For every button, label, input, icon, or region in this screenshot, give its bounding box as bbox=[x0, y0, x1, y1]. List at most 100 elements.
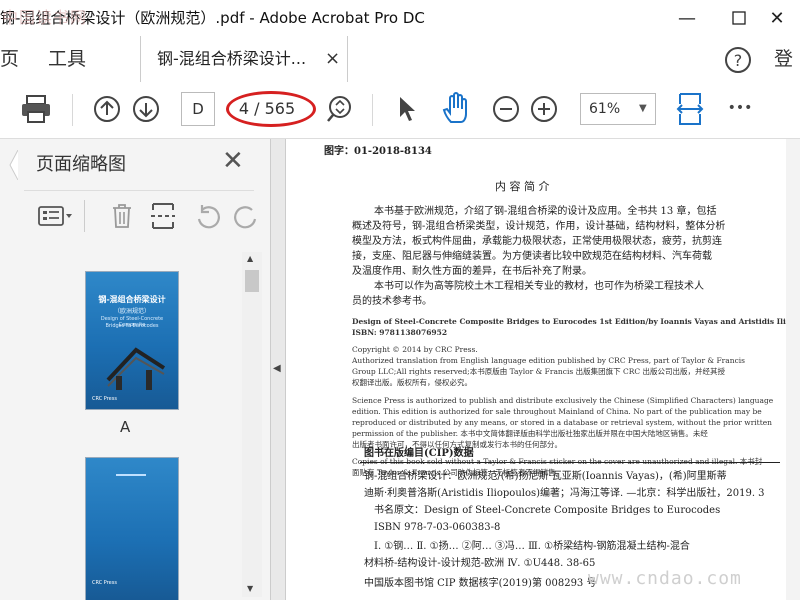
science-press-line: permission of the publisher. 本书中文简体翻译版由科… bbox=[352, 429, 708, 438]
page-up-icon bbox=[94, 96, 120, 122]
thumbnail-label: A bbox=[120, 418, 131, 436]
cip-line: Ⅰ. ①钢… Ⅱ. ①扬… ②阿… ③冯… Ⅲ. ①桥梁结构-钢筋混凝土结构-混… bbox=[374, 541, 690, 552]
thumbnail-options-button[interactable] bbox=[38, 204, 74, 228]
minimize-button[interactable]: — bbox=[664, 0, 710, 36]
zoom-select[interactable]: 61% ▼ bbox=[580, 93, 656, 125]
zoom-out-icon bbox=[493, 96, 519, 122]
zoom-out-button[interactable] bbox=[492, 95, 520, 123]
site-watermark: www.cndao.com bbox=[588, 568, 742, 589]
tab-document[interactable]: 钢-混组合桥梁设计... × bbox=[140, 36, 348, 82]
intro-line: 及温度作用、耐久性方面的差异，在书后补充了附录。 bbox=[352, 266, 592, 277]
rotate-right-button[interactable] bbox=[234, 204, 258, 230]
menu-tools[interactable]: 工具 bbox=[48, 36, 86, 82]
thumbnail-band bbox=[116, 474, 146, 476]
cip-line: 书名原文：Design of Steel-Concrete Composite … bbox=[374, 505, 721, 516]
panel-close-button[interactable]: ✕ bbox=[222, 146, 244, 176]
intro-line: 概述及符号，钢-混组合桥梁类型，设计规范，作用，设计基础，结构材料，整体分析 bbox=[352, 221, 726, 232]
scroll-mode-button[interactable] bbox=[325, 94, 355, 124]
document-page: 图字：01-2018-8134 内 容 简 介 本书基于欧洲规范，介绍了钢-混组… bbox=[290, 139, 800, 600]
toolbar-separator bbox=[84, 200, 85, 232]
scroll-down-icon[interactable]: ▼ bbox=[247, 584, 253, 593]
cip-line: ISBN 978-7-03-060383-8 bbox=[374, 522, 501, 533]
page-number-input[interactable]: D bbox=[181, 92, 215, 126]
copyright-line: Group LLC;All rights reserved;本书原版由 Tayl… bbox=[352, 367, 725, 376]
previous-page-button[interactable] bbox=[93, 95, 121, 123]
cip-rule bbox=[360, 462, 780, 463]
intro-heading: 内 容 简 介 bbox=[495, 180, 550, 193]
page-scroll-icon bbox=[327, 96, 351, 122]
panel-toolbar bbox=[24, 196, 264, 236]
rotate-left-button[interactable] bbox=[194, 204, 220, 230]
corner-watermark: 中国读书网 bbox=[2, 8, 88, 27]
cip-heading: 图书在版编目(CIP)数据 bbox=[364, 448, 474, 459]
intro-line: 员的技术参考书。 bbox=[352, 296, 432, 307]
print-button[interactable] bbox=[20, 94, 52, 124]
cip-line: 材料桥-结构设计-设计规范-欧洲 Ⅳ. ①U448. 38-65 bbox=[364, 558, 596, 569]
select-tool-button[interactable] bbox=[395, 94, 419, 124]
page-thumbnail-back[interactable]: CRC Press bbox=[86, 458, 178, 600]
more-tools-button[interactable]: ••• bbox=[726, 96, 754, 120]
trash-icon bbox=[113, 204, 131, 228]
rotate-clockwise-icon bbox=[234, 206, 257, 229]
options-menu-icon bbox=[38, 206, 72, 226]
panel-collapse-handle[interactable]: ◀ bbox=[271, 139, 286, 600]
zoom-in-button[interactable] bbox=[530, 95, 558, 123]
thumbnail-book-subtitle: （欧洲规范） bbox=[113, 308, 150, 315]
science-press-line: edition. This edition is authorized for … bbox=[352, 407, 762, 416]
select-arrow-icon bbox=[400, 97, 415, 121]
isbn-line: ISBN: 9781138076952 bbox=[352, 328, 448, 337]
maximize-icon bbox=[732, 11, 746, 25]
cip-line: 迪斯·利奥普洛斯(Aristidis Iliopoulos)编著；冯海江等译. … bbox=[364, 488, 765, 499]
zoom-value: 61% bbox=[589, 101, 621, 117]
science-press-line: Science Press is authorized to publish a… bbox=[352, 396, 774, 405]
title-bar: 钢-混组合桥梁设计（欧洲规范）.pdf - Adobe Acrobat Pro … bbox=[0, 0, 800, 36]
print-icon bbox=[22, 95, 50, 123]
thumbnail-en-title-2: Bridges to Eurocodes bbox=[105, 323, 159, 329]
intro-line: 模型及方法，板式构件屈曲，承载能力极限状态，正常使用极限状态，疲劳，抗剪连 bbox=[352, 236, 722, 247]
scrollbar-thumb[interactable] bbox=[245, 270, 259, 292]
cip-line: 中国版本图书馆 CIP 数据核字(2019)第 008293 号 bbox=[364, 578, 597, 589]
panel-title: 页面缩略图 bbox=[36, 154, 126, 175]
document-scrollbar[interactable] bbox=[786, 139, 800, 600]
fit-page-button[interactable] bbox=[676, 92, 704, 126]
rotate-counterclockwise-icon bbox=[197, 205, 220, 229]
copyright-line: Copyright © 2014 by CRC Press. bbox=[352, 345, 478, 354]
panel-divider bbox=[24, 190, 254, 191]
fit-width-icon bbox=[676, 93, 704, 125]
next-page-button[interactable] bbox=[132, 95, 160, 123]
copyright-line: Authorized translation from English lang… bbox=[352, 356, 746, 365]
close-window-button[interactable]: ✕ bbox=[754, 0, 800, 36]
help-icon: ? bbox=[725, 47, 751, 73]
en-title-line: Design of Steel-Concrete Composite Bridg… bbox=[352, 317, 800, 326]
page-thumbnail-cover[interactable]: 钢-混组合桥梁设计 （欧洲规范） Design of Steel-Concret… bbox=[86, 272, 178, 409]
svg-text:?: ? bbox=[734, 51, 743, 70]
thumbnail-scrollbar[interactable]: ▲ ▼ bbox=[242, 252, 262, 597]
menu-home[interactable]: 页 bbox=[0, 36, 19, 82]
cip-line: 钢-混组合桥梁设计：欧洲规范/(希)扬尼斯·瓦亚斯(Ioannis Vayas)… bbox=[364, 471, 727, 482]
page-down-icon bbox=[133, 96, 159, 122]
extract-page-button[interactable] bbox=[150, 202, 176, 230]
extract-pages-icon bbox=[151, 203, 175, 229]
science-press-line: reproduced or distributed by any means, … bbox=[352, 418, 772, 427]
toolbar-separator bbox=[372, 94, 373, 126]
tab-bar bbox=[0, 36, 800, 83]
tab-close-button[interactable]: × bbox=[325, 36, 340, 82]
help-button[interactable]: ? bbox=[724, 46, 752, 74]
intro-line: 本书基于欧洲规范，介绍了钢-混组合桥梁的设计及应用。全书共 13 章，包括 bbox=[374, 206, 717, 217]
panel-pointer bbox=[8, 149, 19, 181]
zoom-in-icon bbox=[531, 96, 557, 122]
chevron-down-icon: ▼ bbox=[639, 103, 647, 114]
publisher-mark: CRC Press bbox=[92, 396, 117, 402]
collapse-arrow-icon: ◀ bbox=[273, 363, 281, 374]
scroll-up-icon[interactable]: ▲ bbox=[247, 254, 253, 263]
cip-code: 图字：01-2018-8134 bbox=[324, 146, 432, 157]
bridge-illustration bbox=[106, 347, 166, 390]
toolbar-separator bbox=[72, 94, 73, 126]
thumbnail-book-title: 钢-混组合桥梁设计 bbox=[98, 295, 166, 304]
hand-tool-button[interactable] bbox=[442, 92, 472, 126]
tab-document-label: 钢-混组合桥梁设计... bbox=[157, 49, 307, 68]
hand-icon bbox=[442, 92, 467, 123]
highlight-oval bbox=[226, 91, 316, 127]
sign-in-link[interactable]: 登 bbox=[774, 36, 793, 82]
delete-page-button[interactable] bbox=[110, 202, 134, 230]
